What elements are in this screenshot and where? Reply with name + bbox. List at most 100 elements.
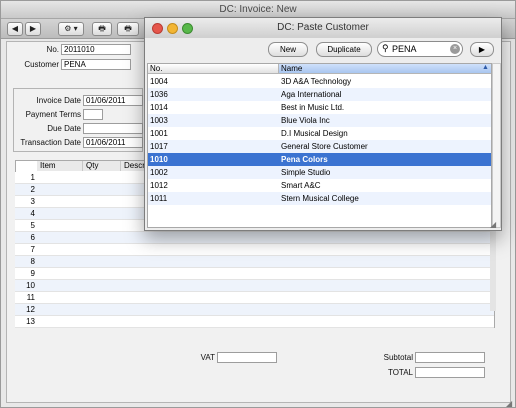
grid-row[interactable] [15, 292, 494, 304]
grid-row-number: 7 [30, 245, 35, 254]
close-window-icon[interactable] [152, 23, 163, 34]
total-label: TOTAL [387, 368, 413, 377]
list-scrollbar[interactable] [492, 63, 501, 228]
customer-name: 3D A&A Technology [281, 77, 352, 86]
paste-customer-window: DC: Paste Customer New Duplicate ⚲ PENA … [144, 17, 502, 231]
back-arrow-icon: ◀ [11, 24, 19, 33]
customer-number: 1003 [150, 116, 168, 125]
resize-grip-icon[interactable]: ◢ [490, 220, 496, 229]
customer-name: Simple Studio [281, 168, 331, 177]
grid-row-number: 9 [30, 269, 35, 278]
grid-row-number: 10 [26, 281, 35, 290]
new-button[interactable]: New [268, 42, 308, 57]
duplicate-button[interactable]: Duplicate [316, 42, 372, 57]
resize-grip-icon[interactable]: ◢ [506, 399, 512, 408]
grid-row-number: 4 [30, 209, 35, 218]
customer-number: 1014 [150, 103, 168, 112]
payment-terms-field[interactable] [83, 109, 103, 120]
total-field[interactable] [415, 367, 485, 378]
clear-search-icon[interactable]: × [450, 44, 460, 54]
customer-number: 1017 [150, 142, 168, 151]
grid-row-number: 5 [30, 221, 35, 230]
column-header-name[interactable]: Name [279, 64, 491, 74]
vat-label: VAT [200, 353, 215, 362]
sort-up-icon: ▲ [482, 64, 489, 71]
transaction-date-field[interactable]: 01/06/2011 [83, 137, 143, 148]
magnifying-glass-icon: ⚲ [382, 43, 389, 53]
grid-row[interactable] [15, 232, 494, 244]
customer-row[interactable]: 1004 3D A&A Technology [148, 75, 491, 88]
customer-list[interactable]: No. Name ▲ 1004 3D A&A Technology 1036 Aga … [147, 63, 492, 228]
grid-row-number: 13 [26, 317, 35, 326]
customer-name: Aga International [281, 90, 342, 99]
print-button[interactable]: 🖶 [92, 22, 112, 36]
customer-row[interactable]: 1014 Best in Music Ltd. [148, 101, 491, 114]
print-preview-button[interactable]: 🖶 [117, 22, 139, 36]
due-date-field[interactable] [83, 123, 143, 134]
payment-terms-label: Payment Terms [25, 110, 81, 119]
customer-number: 1012 [150, 181, 168, 190]
customer-name: Blue Viola Inc [281, 116, 330, 125]
grid-row-number: 8 [30, 257, 35, 266]
subtotal-field[interactable] [415, 352, 485, 363]
grid-row[interactable] [15, 256, 494, 268]
zoom-window-icon[interactable] [182, 23, 193, 34]
search-input[interactable]: ⚲ PENA × [377, 41, 463, 57]
customer-row[interactable]: 1001 D.I Musical Design [148, 127, 491, 140]
printer-icon: 🖶 [98, 24, 106, 33]
forward-arrow-icon: ▶ [29, 24, 37, 33]
customer-row[interactable]: 1002 Simple Studio [148, 166, 491, 179]
search-value: PENA [392, 44, 417, 54]
customer-name: Best in Music Ltd. [281, 103, 345, 112]
search-go-button[interactable]: ▶ [470, 42, 494, 57]
customer-number: 1002 [150, 168, 168, 177]
grid-row[interactable] [15, 316, 494, 328]
vat-field[interactable] [217, 352, 277, 363]
customer-name: Pena Colors [281, 155, 328, 164]
actions-menu-button[interactable]: ⚙ ▾ [58, 22, 84, 36]
customer-name: Stern Musical College [281, 194, 359, 203]
due-date-label: Due Date [47, 124, 81, 133]
customer-label: Customer [24, 60, 59, 69]
customer-field[interactable]: PENA [61, 59, 131, 70]
grid-row[interactable] [15, 244, 494, 256]
customer-name: Smart A&C [281, 181, 321, 190]
grid-row-number: 1 [30, 173, 35, 182]
grid-row-number: 3 [30, 197, 35, 206]
grid-row-number: 2 [30, 185, 35, 194]
minimize-window-icon[interactable] [167, 23, 178, 34]
paste-window-title: DC: Paste Customer [145, 18, 501, 38]
customer-row[interactable]: 1003 Blue Viola Inc [148, 114, 491, 127]
customer-name: General Store Customer [281, 142, 368, 151]
grid-row-number: 6 [30, 233, 35, 242]
invoice-no-field[interactable]: 2011010 [61, 44, 131, 55]
grid-row[interactable] [15, 268, 494, 280]
customer-row[interactable]: 1010 Pena Colors [148, 153, 491, 166]
customer-row[interactable]: 1036 Aga International [148, 88, 491, 101]
invoice-date-field[interactable]: 01/06/2011 [83, 95, 143, 106]
customer-row[interactable]: 1012 Smart A&C [148, 179, 491, 192]
grid-row-number: 11 [26, 293, 35, 302]
back-button[interactable]: ◀ [7, 22, 23, 36]
grid-column-item[interactable]: Item [37, 161, 83, 171]
grid-column-qty[interactable]: Qty [83, 161, 121, 171]
forward-button[interactable]: ▶ [25, 22, 41, 36]
customer-row[interactable]: 1017 General Store Customer [148, 140, 491, 153]
column-header-no[interactable]: No. [148, 64, 279, 74]
transaction-date-label: Transaction Date [20, 138, 81, 147]
customer-number: 1036 [150, 90, 168, 99]
subtotal-label: Subtotal [383, 353, 413, 362]
customer-number: 1004 [150, 77, 168, 86]
customer-number: 1011 [150, 194, 168, 203]
invoice-date-label: Invoice Date [36, 96, 81, 105]
grid-row-number: 12 [26, 305, 35, 314]
customer-number: 1001 [150, 129, 168, 138]
customer-number: 1010 [150, 155, 168, 164]
grid-row[interactable] [15, 280, 494, 292]
printer-preview-icon: 🖶 [124, 24, 132, 33]
chevron-down-icon: ▾ [71, 24, 78, 33]
play-arrow-icon: ▶ [478, 45, 486, 54]
grid-row[interactable] [15, 304, 494, 316]
no-label: No. [46, 45, 59, 54]
customer-row[interactable]: 1011 Stern Musical College [148, 192, 491, 205]
